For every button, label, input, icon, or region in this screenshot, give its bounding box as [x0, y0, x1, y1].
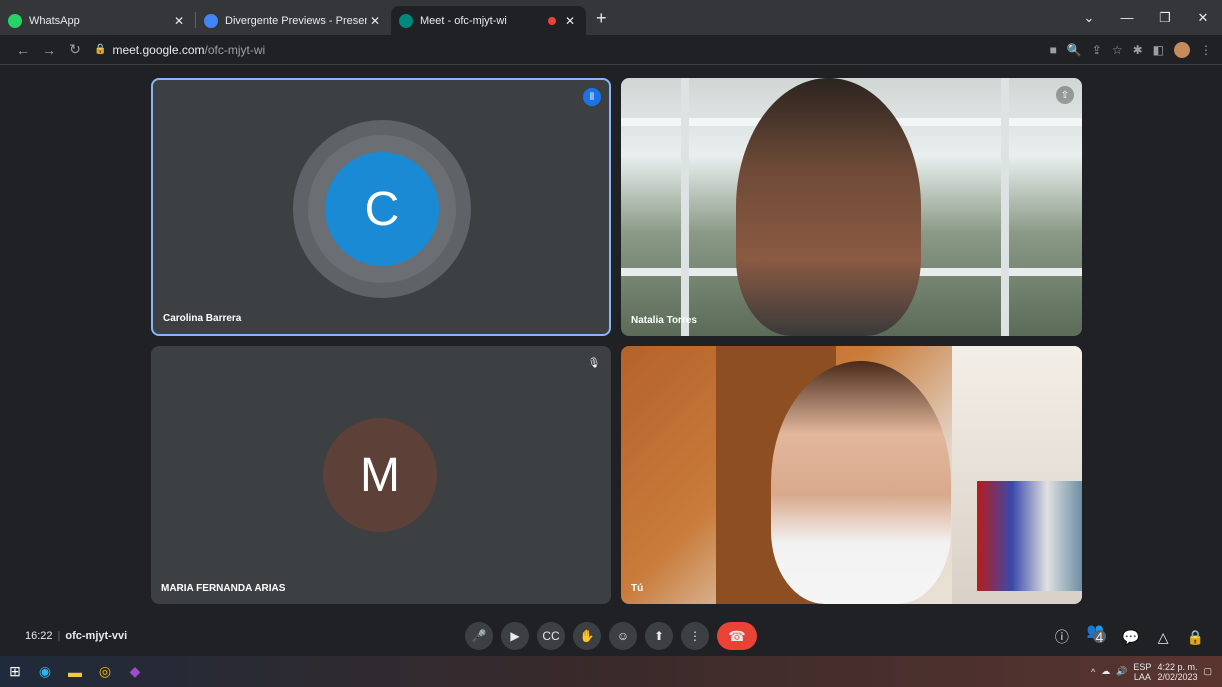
browser-tab-strip: WhatsApp ✕ Divergente Previews - Present… [0, 0, 1222, 35]
close-icon[interactable]: ✕ [367, 14, 383, 28]
new-tab-button[interactable]: + [596, 8, 607, 29]
participant-name: Natalia Torres [631, 315, 697, 326]
close-window-button[interactable]: ✕ [1184, 10, 1222, 26]
chrome-icon[interactable]: ◎ [90, 656, 120, 687]
bookmark-star-icon[interactable]: ☆ [1112, 43, 1123, 57]
clock-date: 2/02/2023 [1157, 671, 1198, 682]
mic-off-icon: 🎙 [587, 357, 601, 369]
camera-button[interactable]: ▶ [501, 622, 529, 650]
clock-time: 4:22 p. m. [1157, 661, 1198, 672]
meeting-code[interactable]: ofc-mjyt-vvi [65, 630, 127, 642]
avatar: M [323, 418, 437, 532]
tab-title: Divergente Previews - Presentaci [225, 14, 367, 27]
language-indicator[interactable]: ESP LAA [1133, 662, 1151, 682]
address-bar[interactable]: 🔒 meet.google.com /ofc-mjyt-wi [94, 43, 265, 57]
menu-icon[interactable]: ⋮ [1200, 43, 1212, 57]
more-options-button[interactable]: ⋮ [681, 622, 709, 650]
zoom-icon[interactable]: 🔍 [1067, 43, 1082, 57]
side-panel-controls: ⓘ 👥4 💬 △ 🔒 [1055, 622, 1204, 652]
microphone-button[interactable]: 🎤 [465, 622, 493, 650]
browser-toolbar: ← → ↻ 🔒 meet.google.com /ofc-mjyt-wi ■ 🔍… [0, 35, 1222, 65]
audio-level-icon: ⦀ [583, 88, 601, 106]
raise-hand-button[interactable]: ✋ [573, 622, 601, 650]
present-button[interactable]: ⬆ [645, 622, 673, 650]
participant-video [771, 361, 951, 604]
activities-icon[interactable]: △ [1158, 629, 1169, 646]
window-controls: ⌄ — ❐ ✕ [1070, 0, 1222, 35]
meet-control-bar: 16:22 | ofc-mjyt-vvi 🎤 ▶ CC ✋ ☺ ⬆ ⋮ ☎ ⓘ 👥4… [0, 616, 1222, 656]
lock-icon[interactable]: 🔒 [94, 44, 106, 55]
avatar: C [325, 152, 439, 266]
host-controls-icon[interactable]: 🔒 [1187, 629, 1204, 646]
participant-name: Tú [631, 583, 644, 594]
window-frame [1001, 78, 1009, 336]
restore-button[interactable]: ❐ [1146, 10, 1184, 26]
side-panel-icon[interactable]: ◧ [1153, 43, 1164, 57]
language-code: ESP [1133, 661, 1152, 672]
end-call-button[interactable]: ☎ [717, 622, 757, 650]
info-icon[interactable]: ⓘ [1055, 627, 1069, 647]
pin-icon[interactable]: ⇧ [1056, 86, 1074, 104]
system-tray: ^ ☁ 🔊 ESP LAA 4:22 p. m. 2/02/2023 ▢ [1091, 656, 1212, 687]
network-icon[interactable]: ☁ [1101, 666, 1110, 677]
tab-title: WhatsApp [29, 14, 80, 27]
meeting-info: 16:22 | ofc-mjyt-vvi [25, 630, 127, 642]
window-frame [681, 78, 689, 336]
tab-meet[interactable]: Meet - ofc-mjyt-wi ✕ [391, 6, 586, 35]
whatsapp-icon [8, 13, 22, 28]
people-icon[interactable]: 👥4 [1087, 622, 1106, 652]
windows-taskbar: ⊞ ◉ ▬ ◎ ◆ ^ ☁ 🔊 ESP LAA 4:22 p. m. 2/02/… [0, 656, 1222, 687]
onenote-icon[interactable]: ◆ [120, 656, 150, 687]
url-host: meet.google.com [112, 42, 205, 57]
participant-tile[interactable]: C ⦀ Carolina Barrera [151, 78, 611, 336]
edge-icon[interactable]: ◉ [30, 656, 60, 687]
close-icon[interactable]: ✕ [171, 14, 187, 28]
tab-whatsapp[interactable]: WhatsApp ✕ [0, 6, 195, 35]
reactions-button[interactable]: ☺ [609, 622, 637, 650]
books [977, 481, 1082, 591]
camera-icon[interactable]: ■ [1050, 43, 1057, 57]
divider: | [57, 630, 61, 642]
meet-icon [399, 13, 413, 28]
edge-icon [204, 13, 218, 28]
participant-name: MARIA FERNANDA ARIAS [161, 583, 286, 594]
participant-tile[interactable]: ⇧ Natalia Torres [621, 78, 1082, 336]
participant-tile[interactable]: M 🎙 MARIA FERNANDA ARIAS [151, 346, 611, 604]
minimize-button[interactable]: — [1108, 10, 1146, 25]
participant-name: Carolina Barrera [163, 313, 242, 324]
tab-search-icon[interactable]: ⌄ [1070, 10, 1108, 26]
participant-tile[interactable]: Tú [621, 346, 1082, 604]
clock[interactable]: 4:22 p. m. 2/02/2023 [1157, 662, 1197, 682]
forward-icon[interactable]: → [36, 42, 62, 58]
share-icon[interactable]: ⇪ [1092, 43, 1102, 57]
meet-stage: C ⦀ Carolina Barrera ⇧ Natalia Torres M … [0, 66, 1222, 616]
chat-icon[interactable]: 💬 [1122, 629, 1139, 646]
back-icon[interactable]: ← [10, 42, 36, 58]
url-path: /ofc-mjyt-wi [204, 42, 266, 57]
file-explorer-icon[interactable]: ▬ [60, 656, 90, 687]
region-code: LAA [1133, 671, 1151, 682]
recording-icon [548, 16, 556, 25]
participant-video [736, 78, 921, 336]
toolbar-actions: ■ 🔍 ⇪ ☆ ✱ ◧ ⋮ [1050, 35, 1212, 65]
tab-divergente[interactable]: Divergente Previews - Presentaci ✕ [196, 6, 391, 35]
meeting-time: 16:22 [25, 630, 53, 642]
profile-avatar[interactable] [1174, 42, 1190, 58]
windows-start-icon[interactable]: ⊞ [0, 656, 30, 687]
people-count-badge: 4 [1092, 629, 1106, 645]
notifications-icon[interactable]: ▢ [1203, 666, 1212, 677]
tab-title: Meet - ofc-mjyt-wi [420, 14, 507, 27]
volume-icon[interactable]: 🔊 [1116, 666, 1127, 677]
extensions-icon[interactable]: ✱ [1133, 43, 1143, 57]
captions-button[interactable]: CC [537, 622, 565, 650]
close-icon[interactable]: ✕ [562, 14, 578, 28]
call-controls: 🎤 ▶ CC ✋ ☺ ⬆ ⋮ ☎ [465, 622, 757, 650]
reload-icon[interactable]: ↻ [62, 41, 88, 58]
chevron-up-icon[interactable]: ^ [1091, 667, 1095, 677]
